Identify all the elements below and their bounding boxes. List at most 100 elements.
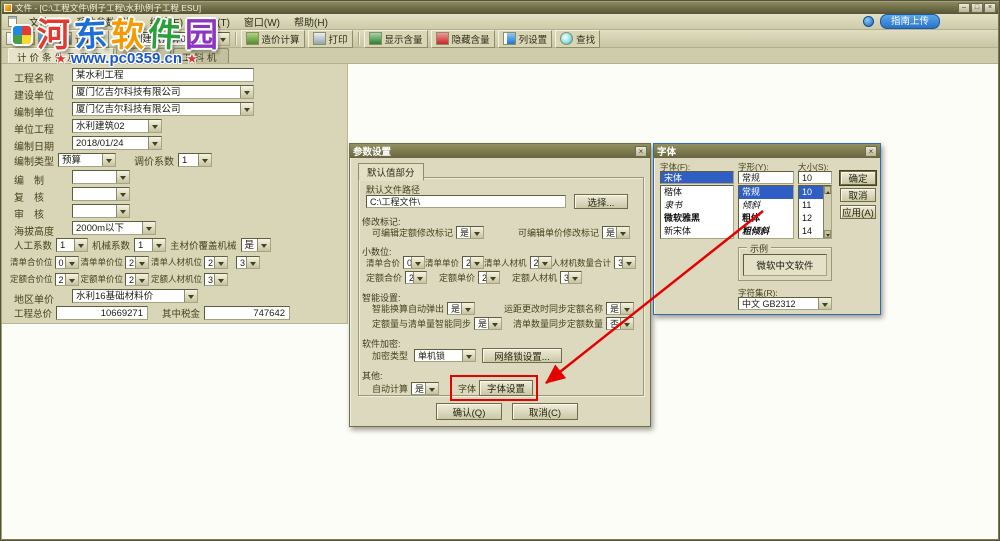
- auditor-select[interactable]: [72, 204, 130, 218]
- quota-total-digits-select[interactable]: 2: [54, 272, 79, 286]
- compile-type-select[interactable]: 预算: [58, 153, 116, 167]
- sync-qty-select[interactable]: 是: [474, 317, 503, 330]
- quota-unit-digits-select[interactable]: 2: [125, 272, 150, 286]
- guide-upload-button[interactable]: 指南上传: [879, 14, 940, 29]
- encrypt-type-select[interactable]: 单机锁: [414, 349, 477, 362]
- quota-total-digits-label: 定额合价位: [10, 274, 53, 284]
- choose-path-button[interactable]: 选择...: [574, 194, 628, 209]
- machine-coef-label: 机械系数: [92, 241, 131, 252]
- menu-window[interactable]: 窗口(W): [242, 13, 282, 30]
- list-rcj-select[interactable]: 2: [529, 256, 552, 269]
- close-button[interactable]: ×: [984, 3, 996, 13]
- font-apply-button[interactable]: 应用(A): [840, 205, 876, 219]
- scroll-up-icon[interactable]: [824, 186, 831, 194]
- font-style-list[interactable]: 常规 倾斜 粗体 粗倾斜: [738, 185, 794, 239]
- quota-total-select[interactable]: 2: [405, 271, 428, 284]
- price-adjust-select[interactable]: 1: [178, 153, 212, 167]
- region-price-select[interactable]: 水利16基础材料价: [72, 289, 198, 303]
- main-override-select[interactable]: 是: [240, 238, 271, 252]
- quota-rcj-digits-select[interactable]: 3: [204, 272, 229, 286]
- menu-view[interactable]: 查看(T): [195, 13, 232, 30]
- font-family-input[interactable]: 宋体: [660, 171, 734, 184]
- params-cancel-button[interactable]: 取消(C): [512, 403, 578, 420]
- build-unit-select[interactable]: 厦门亿吉尔科技有限公司: [72, 85, 254, 99]
- cost-calc-button[interactable]: 造价计算: [240, 29, 305, 48]
- compile-unit-select[interactable]: 厦门亿吉尔科技有限公司: [72, 102, 254, 116]
- font-ok-button[interactable]: 确定: [840, 171, 876, 185]
- sync-list-pair: 清单数量同步定额数量 否: [513, 317, 634, 330]
- params-dialog-close-button[interactable]: ×: [635, 145, 647, 157]
- quota-rcj-select[interactable]: 3: [560, 271, 583, 284]
- quota-mark-select[interactable]: 是: [456, 226, 485, 239]
- scroll-down-icon[interactable]: [824, 230, 831, 238]
- application-window: 文件 - [C:\工程文件\例子工程\水利\例子工程.ESU] – □ × 文件…: [0, 0, 1000, 541]
- quota-unit-select[interactable]: 2: [478, 271, 501, 284]
- column-settings-button[interactable]: 列设置: [497, 29, 553, 48]
- font-style-input[interactable]: 常规: [738, 171, 794, 184]
- rcj-qty-digits-select[interactable]: 3: [236, 255, 261, 269]
- font-dialog-close-button[interactable]: ×: [865, 145, 877, 157]
- font-family-option[interactable]: 新宋体: [661, 225, 733, 238]
- hide-content-button[interactable]: 隐藏含量: [430, 29, 495, 48]
- list-total-digits-select[interactable]: 0: [54, 255, 79, 269]
- auto-calc-select[interactable]: 是: [411, 381, 440, 395]
- labor-coef-select[interactable]: 1: [56, 238, 89, 252]
- tab-default-values[interactable]: 默认值部分: [358, 163, 424, 181]
- compile-date-select[interactable]: 2018/01/24: [72, 136, 162, 150]
- quota-rcj-digits-label: 定额人材机位: [151, 274, 203, 284]
- tab-resources[interactable]: 工料机: [173, 48, 229, 64]
- compiler-select[interactable]: [72, 170, 130, 184]
- maximize-button[interactable]: □: [971, 3, 983, 13]
- show-content-button[interactable]: 显示含量: [363, 29, 428, 48]
- font-family-option[interactable]: 隶书: [661, 199, 733, 212]
- print-button[interactable]: 打印: [307, 29, 353, 48]
- menu-edit[interactable]: 编辑(E): [148, 13, 185, 30]
- font-cancel-button[interactable]: 取消: [840, 188, 876, 202]
- checker-label: 复 核: [14, 193, 44, 204]
- font-family-option[interactable]: 微软雅黑: [661, 212, 733, 225]
- search-icon: [560, 32, 574, 45]
- open-file-icon[interactable]: [22, 32, 35, 45]
- tab-quantities[interactable]: 工程量: [115, 48, 172, 64]
- price-mark-select[interactable]: 是: [602, 226, 630, 239]
- menu-file[interactable]: 文件(F): [27, 13, 64, 30]
- rcj-qty-select[interactable]: 3: [614, 256, 637, 269]
- smart-popup-select[interactable]: 是: [447, 302, 476, 315]
- list-unit-digits-select[interactable]: 2: [125, 255, 150, 269]
- font-style-option[interactable]: 粗体: [739, 212, 793, 225]
- font-size-input[interactable]: 10: [798, 171, 832, 184]
- sync-name-select[interactable]: 是: [606, 302, 634, 315]
- template-combo[interactable]: 水利建筑预算02: [119, 31, 230, 46]
- sync-list-select[interactable]: 否: [606, 317, 634, 330]
- calculator-button[interactable]: 计算器: [54, 29, 109, 48]
- default-path-input[interactable]: C:\工程文件\: [366, 195, 566, 208]
- font-family-option[interactable]: 楷体: [661, 186, 733, 199]
- machine-coef-select[interactable]: 1: [134, 238, 167, 252]
- tab-pricing-conditions[interactable]: 计价条件及费率: [8, 48, 114, 64]
- font-style-option[interactable]: 粗倾斜: [739, 225, 793, 238]
- encrypt-type-label: 加密类型: [372, 351, 409, 361]
- hide-content-icon: [435, 32, 449, 45]
- project-name-input[interactable]: 某水利工程: [72, 68, 254, 82]
- find-button[interactable]: 查找: [555, 29, 601, 48]
- list-unit-select[interactable]: 2: [462, 256, 485, 269]
- font-style-option[interactable]: 倾斜: [739, 199, 793, 212]
- font-style-option[interactable]: 常规: [739, 186, 793, 199]
- minimize-button[interactable]: –: [958, 3, 970, 13]
- menu-help[interactable]: 帮助(H): [292, 13, 330, 30]
- checker-select[interactable]: [72, 187, 130, 201]
- size-list-scrollbar[interactable]: [823, 186, 831, 238]
- list-rcj-digits-select[interactable]: 2: [204, 255, 229, 269]
- menu-system-params[interactable]: 系统参数配置: [74, 13, 138, 30]
- unit-project-select[interactable]: 水利建筑02: [72, 119, 162, 133]
- list-total-select[interactable]: 0: [403, 256, 426, 269]
- params-ok-button[interactable]: 确认(Q): [436, 403, 502, 420]
- sync-name-label: 运距更改时同步定额名称: [503, 304, 603, 314]
- network-lock-button[interactable]: 网络锁设置...: [482, 348, 563, 363]
- save-icon[interactable]: [38, 32, 51, 45]
- charset-select[interactable]: 中文 GB2312: [738, 297, 832, 310]
- font-size-list[interactable]: 10 11 12 14: [798, 185, 832, 239]
- altitude-select[interactable]: 2000m以下: [72, 221, 156, 235]
- new-file-icon[interactable]: [6, 32, 19, 45]
- font-family-list[interactable]: 楷体 隶书 微软雅黑 新宋体: [660, 185, 734, 239]
